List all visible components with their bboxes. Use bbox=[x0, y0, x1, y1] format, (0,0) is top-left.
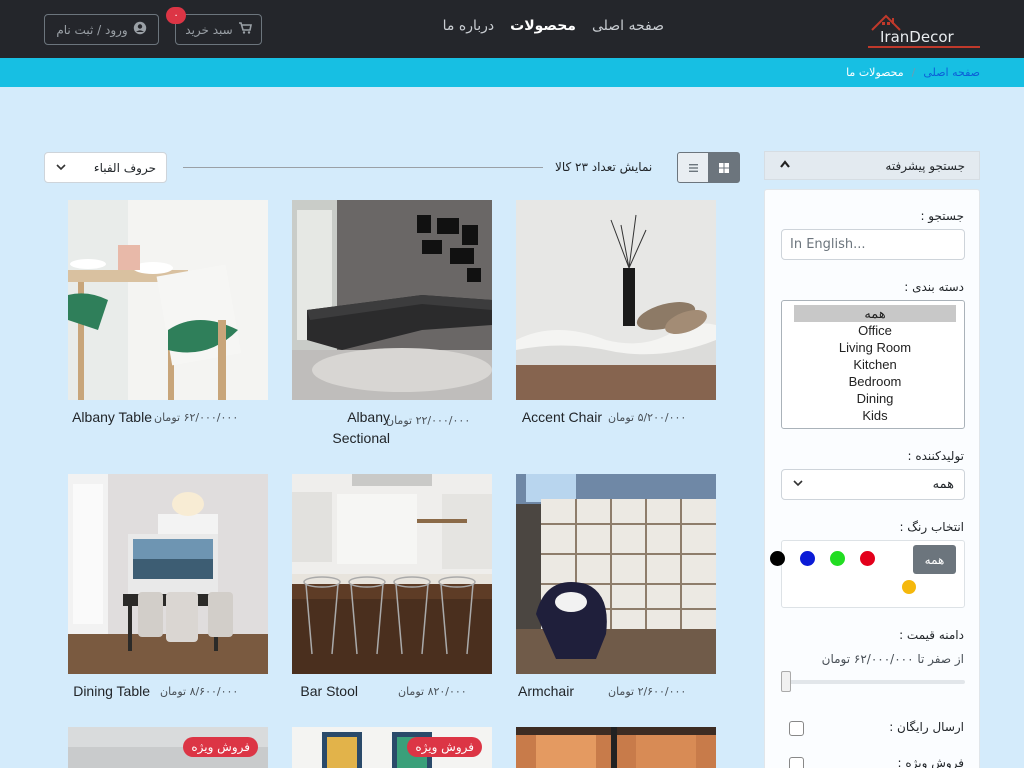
login-button[interactable]: ورود / ثبت نام bbox=[44, 14, 159, 45]
grid-view-button[interactable] bbox=[708, 152, 740, 183]
price-slider-track[interactable] bbox=[781, 680, 965, 684]
color-picker: همه bbox=[770, 540, 965, 608]
search-input[interactable]: In English... bbox=[781, 229, 965, 260]
product-price: ۸/۶۰۰/۰۰۰ تومان bbox=[160, 685, 239, 698]
view-toggle bbox=[677, 152, 740, 183]
main-nav: صفحه اصلی محصولات درباره ما bbox=[443, 18, 664, 34]
product-title[interactable]: Dining Table bbox=[66, 683, 150, 699]
list-icon bbox=[688, 163, 698, 172]
search-label: جستجو : bbox=[920, 209, 964, 223]
free-shipping-label: ارسال رایگان : bbox=[889, 720, 964, 734]
list-view-button[interactable] bbox=[677, 152, 709, 183]
product-image[interactable] bbox=[516, 200, 716, 400]
advanced-search-panel: جستجو : In English... دسته بندی : همه Of… bbox=[764, 189, 980, 768]
cart-icon bbox=[238, 22, 252, 37]
nav-about[interactable]: درباره ما bbox=[443, 18, 494, 34]
category-option[interactable]: Office bbox=[794, 322, 956, 339]
user-circle-icon bbox=[133, 21, 147, 38]
nav-products[interactable]: محصولات bbox=[510, 18, 576, 34]
sale-badge: فروش ویژه bbox=[407, 737, 482, 757]
price-range-text: از صفر تا ۶۲/۰۰۰/۰۰۰ تومان bbox=[821, 652, 964, 666]
brand-logo[interactable]: IranDecor bbox=[866, 8, 982, 50]
navbar: IranDecor صفحه اصلی محصولات درباره ما سب… bbox=[0, 0, 1024, 58]
color-label: انتخاب رنگ : bbox=[899, 520, 964, 534]
product-price: ۸۲۰/۰۰۰ تومان bbox=[398, 685, 467, 698]
cart-count-badge: ۰ bbox=[166, 7, 186, 24]
manufacturer-label: تولیدکننده : bbox=[907, 449, 964, 463]
breadcrumb-current: محصولات ما bbox=[846, 66, 904, 79]
price-label: دامنه قیمت : bbox=[899, 628, 964, 642]
sale-badge: فروش ویژه bbox=[183, 737, 258, 757]
breadcrumb-bar: صفحه اصلی / محصولات ما bbox=[0, 58, 1024, 87]
breadcrumb: صفحه اصلی / محصولات ما bbox=[846, 66, 980, 79]
chevron-down-icon bbox=[55, 161, 67, 175]
on-sale-label: فروش ویژه : bbox=[897, 756, 964, 768]
product-image[interactable] bbox=[292, 474, 492, 674]
nav-home[interactable]: صفحه اصلی bbox=[592, 18, 664, 34]
category-option[interactable]: Bedroom bbox=[794, 373, 956, 390]
color-swatch-green[interactable] bbox=[830, 551, 845, 566]
cart-button[interactable]: سبد خرید ۰ bbox=[166, 7, 262, 45]
category-option[interactable]: Dining bbox=[794, 390, 956, 407]
category-option[interactable]: Kitchen bbox=[794, 356, 956, 373]
breadcrumb-separator: / bbox=[911, 66, 916, 79]
color-swatch-yellow[interactable] bbox=[902, 580, 916, 594]
category-option[interactable]: Kids bbox=[794, 407, 956, 424]
product-title[interactable]: Albany Table bbox=[68, 409, 152, 425]
product-count: نمایش تعداد ۲۳ کالا bbox=[555, 160, 653, 174]
manufacturer-value: همه bbox=[932, 477, 954, 492]
category-option[interactable]: Living Room bbox=[794, 339, 956, 356]
product-price: ۵/۲۰۰/۰۰۰ تومان bbox=[608, 411, 687, 424]
product-image[interactable] bbox=[292, 200, 492, 400]
free-shipping-checkbox[interactable] bbox=[789, 721, 804, 736]
chevron-down-icon bbox=[792, 477, 804, 492]
color-all-button[interactable]: همه bbox=[913, 545, 956, 574]
toolbar-divider bbox=[183, 167, 543, 168]
product-image[interactable] bbox=[516, 727, 716, 768]
grid-icon bbox=[719, 162, 730, 173]
product-image[interactable] bbox=[516, 474, 716, 674]
product-image[interactable] bbox=[68, 200, 268, 400]
logo-underline bbox=[868, 46, 980, 48]
product-title[interactable]: Bar Stool bbox=[288, 683, 358, 699]
product-price: ۲/۶۰۰/۰۰۰ تومان bbox=[608, 685, 687, 698]
product-price: ۲۲/۰۰۰/۰۰۰ تومان bbox=[386, 414, 471, 427]
color-swatch-blue[interactable] bbox=[800, 551, 815, 566]
sort-value: حروف الفباء bbox=[93, 160, 156, 175]
manufacturer-select[interactable]: همه bbox=[781, 469, 965, 500]
category-option[interactable]: همه bbox=[794, 305, 956, 322]
on-sale-checkbox[interactable] bbox=[789, 757, 804, 768]
chevron-up-icon bbox=[779, 158, 791, 173]
login-label: ورود / ثبت نام bbox=[56, 22, 128, 37]
advanced-search-title: جستجو پیشرفته bbox=[885, 158, 965, 173]
sort-select[interactable]: حروف الفباء bbox=[44, 152, 167, 183]
product-image[interactable] bbox=[68, 474, 268, 674]
product-title[interactable]: Albany Sectional bbox=[320, 407, 390, 449]
product-price: ۶۲/۰۰۰/۰۰۰ تومان bbox=[154, 411, 239, 424]
product-title[interactable]: Armchair bbox=[504, 683, 574, 699]
category-label: دسته بندی : bbox=[904, 280, 964, 294]
product-title[interactable]: Accent Chair bbox=[512, 409, 602, 425]
logo-text: IranDecor bbox=[880, 28, 954, 46]
breadcrumb-home[interactable]: صفحه اصلی bbox=[923, 66, 980, 79]
category-listbox[interactable]: همه Office Living Room Kitchen Bedroom D… bbox=[781, 300, 965, 429]
cart-label: سبد خرید bbox=[185, 22, 233, 37]
color-swatch-black[interactable] bbox=[770, 551, 785, 566]
color-swatch-red[interactable] bbox=[860, 551, 875, 566]
advanced-search-toggle[interactable]: جستجو پیشرفته bbox=[764, 151, 980, 180]
price-slider-thumb[interactable] bbox=[781, 671, 791, 692]
